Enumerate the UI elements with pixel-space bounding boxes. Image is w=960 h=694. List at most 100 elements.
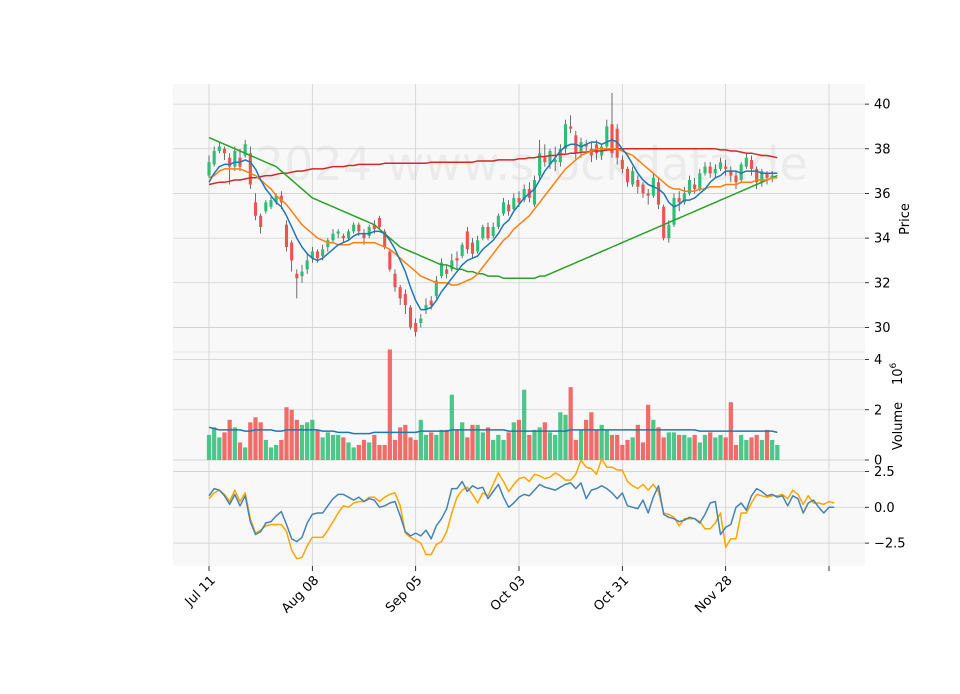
volume-bar [305,422,310,460]
candle-up [367,226,371,236]
volume-bar [491,439,496,460]
volume-bar [361,439,367,460]
chart-svg: 2024 www.stockdata.de 303234363840024−2.… [173,84,913,616]
candle-down [429,300,433,306]
candle-down [295,273,299,279]
candle-up [419,318,423,323]
volume-bar [733,444,739,460]
candle-up [698,173,702,189]
candle-up [207,162,211,176]
volume-bar [646,404,651,460]
volume-bar [620,444,625,460]
volume-bar [604,429,609,460]
price-y-tick-label: 34 [874,232,891,247]
candle-down [403,293,407,306]
volume-bar [263,439,268,460]
volume-bar [289,409,294,460]
candle-down [408,307,413,328]
x-tick-label: Sep 05 [383,573,426,616]
volume-axis-exponent-power: 6 [889,362,899,368]
volume-bar [294,419,299,460]
candle-down [656,182,661,205]
candle-up [512,197,516,210]
volume-bar [522,389,527,460]
volume-bar [237,442,243,460]
volume-bar [594,429,599,460]
candle-up [346,231,351,239]
price-y-tick-label: 32 [874,276,891,291]
volume-bar [336,434,341,460]
volume-bar [770,439,775,460]
candle-down [543,157,547,163]
volume-bar [320,437,325,460]
candle-up [264,202,268,212]
candle-up [300,271,304,277]
volume-bar [558,412,563,460]
candle-down [228,157,232,167]
volume-bar [439,429,444,460]
volume-bar [377,444,382,460]
price-y-tick-label: 36 [874,187,891,202]
volume-bar [775,444,780,460]
volume-bar [661,437,666,460]
candle-down [662,206,666,239]
volume-bar [630,437,635,460]
volume-bar [537,427,542,460]
volume-bar [692,434,697,460]
candle-up [496,215,500,227]
volume-bar [310,419,315,460]
volume-axis-label: Volume [891,402,906,450]
volume-bar [392,439,398,460]
volume-bar [403,424,408,460]
volume-bar [413,439,418,460]
candle-up [233,151,237,167]
volume-bar [356,444,361,460]
candle-up [491,226,495,236]
volume-bar [687,437,692,460]
candle-down [455,258,459,261]
candle-down [470,242,475,254]
volume-bar [501,439,506,460]
volume-bar [677,434,682,460]
volume-bar [444,429,449,460]
stock-chart-figure: 2024 www.stockdata.de 30 32 34 36 38 40 0 2 4 −2.… [0,0,960,690]
price-y-tick-label: 38 [874,142,891,157]
volume-bar [749,437,754,460]
candle-down [517,197,521,203]
candle-down [357,224,361,232]
volume-bar [702,434,708,460]
volume-bar [485,427,491,460]
volume-bar [217,437,222,460]
candle-up [713,168,717,174]
x-tick-label: Oct 03 [488,573,529,614]
volume-bar [656,427,661,460]
candle-down [620,159,624,169]
volume-bar [744,439,749,460]
volume-bar [516,419,522,460]
volume-bar [723,437,728,460]
volume-bar [640,442,646,460]
volume-bar [423,434,429,460]
volume-bar [387,349,392,460]
volume-bar [274,444,279,460]
candle-down [259,215,263,227]
candle-down [414,322,418,332]
volume-bar [418,419,423,460]
volume-bar [465,437,470,460]
volume-bar [578,429,584,460]
volume-bar [589,412,594,460]
volume-bar [222,432,227,460]
volume-bar [372,434,377,460]
candle-up [336,231,340,234]
candle-down [445,269,449,274]
volume-bar [651,419,656,460]
candle-down [646,193,650,196]
volume-bar [232,427,237,460]
candle-up [718,162,723,169]
candle-down [465,231,469,250]
volume-bar [367,442,372,460]
candle-down [641,184,645,194]
oscillator-y-tick-label: 2.5 [874,465,895,480]
volume-bar [666,432,671,460]
volume-bar [460,422,465,460]
